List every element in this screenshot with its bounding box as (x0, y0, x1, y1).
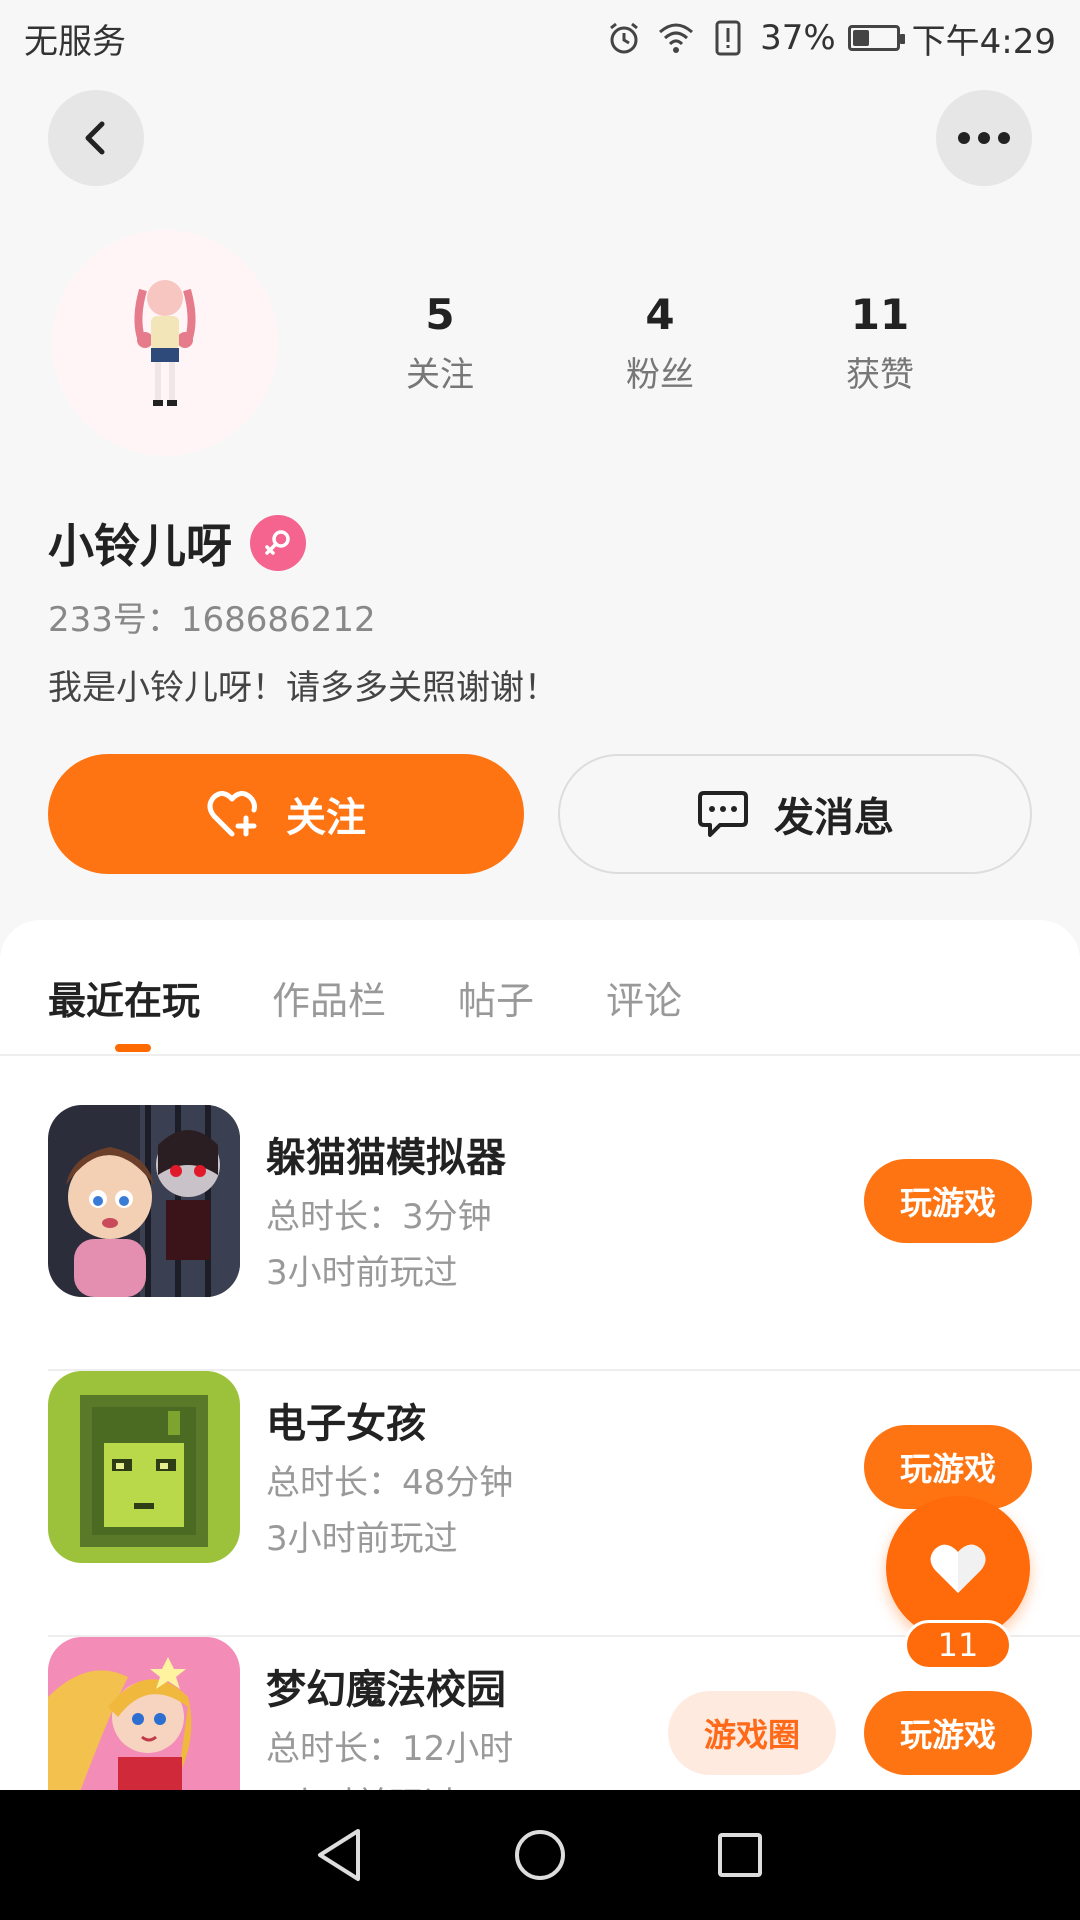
more-dots-icon (958, 132, 1010, 144)
game-circle-button[interactable]: 游戏圈 (668, 1691, 836, 1775)
chat-bubble-icon (698, 791, 748, 837)
stat-label: 获赞 (846, 355, 914, 395)
stat-value: 5 (425, 290, 455, 339)
game-last-played: 3小时前玩过 (266, 1253, 458, 1293)
game-icon-electronic-girl (48, 1371, 240, 1563)
tab-posts[interactable]: 帖子 (458, 970, 534, 1050)
tab-recent-played[interactable]: 最近在玩 (48, 970, 200, 1050)
like-count-badge: 11 (904, 1620, 1012, 1670)
game-duration: 总时长：48分钟 (266, 1463, 514, 1503)
square-recents-icon (718, 1833, 762, 1877)
like-button[interactable] (886, 1496, 1030, 1640)
game-duration: 总时长：3分钟 (266, 1197, 492, 1237)
game-icon-hide-and-seek (48, 1105, 240, 1297)
battery-icon (847, 25, 905, 51)
clock-text: 下午4:29 (911, 21, 1056, 62)
tab-bar: 最近在玩 作品栏 帖子 评论 (48, 970, 682, 1050)
sim-alert-icon (708, 18, 748, 58)
circle-home-icon (515, 1830, 565, 1880)
tab-comments[interactable]: 评论 (606, 970, 682, 1050)
tabs-divider (0, 1054, 1080, 1056)
follow-button[interactable]: 关注 (48, 754, 524, 874)
profile-stats: 5 关注 4 粉丝 11 获赞 (330, 290, 990, 396)
nav-home-button[interactable] (495, 1810, 585, 1900)
back-button[interactable] (48, 90, 144, 186)
wifi-icon (656, 18, 696, 58)
stat-value: 4 (645, 290, 675, 339)
nav-back-button[interactable] (295, 1810, 385, 1900)
play-game-button[interactable]: 玩游戏 (864, 1159, 1032, 1243)
bio: 我是小铃儿呀！请多多关照谢谢！ (48, 668, 558, 708)
battery-percent: 37% (760, 18, 836, 58)
username-row: 小铃儿呀 (48, 510, 306, 576)
female-gender-icon (250, 515, 306, 571)
user-id: 233号：168686212 (48, 600, 376, 640)
nav-recents-button[interactable] (695, 1810, 785, 1900)
avatar[interactable] (52, 230, 278, 456)
username: 小铃儿呀 (48, 519, 232, 573)
heart-icon (930, 1544, 986, 1593)
tab-active-indicator (115, 1044, 151, 1052)
stat-label: 粉丝 (626, 355, 694, 395)
stat-fans[interactable]: 4 粉丝 (550, 290, 770, 396)
carrier-text: 无服务 (24, 21, 126, 62)
list-item[interactable]: 躲猫猫模拟器 总时长：3分钟 3小时前玩过 玩游戏 (48, 1105, 1080, 1371)
status-bar: 无服务 37% 下午4:29 (0, 0, 1080, 76)
follow-label: 关注 (286, 795, 366, 841)
content-panel: 最近在玩 作品栏 帖子 评论 躲猫猫模拟器 总时长：3分钟 3小时前玩过 玩游戏… (0, 920, 1080, 1920)
game-name: 电子女孩 (266, 1401, 426, 1447)
game-name: 梦幻魔法校园 (266, 1667, 506, 1713)
game-name: 躲猫猫模拟器 (266, 1135, 506, 1181)
message-label: 发消息 (774, 795, 894, 841)
more-button[interactable] (936, 90, 1032, 186)
alarm-icon (604, 18, 644, 58)
chevron-left-icon (85, 121, 105, 155)
status-icons: 37% 下午4:29 (604, 14, 1056, 63)
stat-likes[interactable]: 11 获赞 (770, 290, 990, 396)
battery-fill (852, 30, 869, 46)
game-duration: 总时长：12小时 (266, 1729, 514, 1769)
system-nav-bar (0, 1790, 1080, 1920)
tab-works[interactable]: 作品栏 (272, 970, 386, 1050)
triangle-back-icon (318, 1829, 360, 1881)
game-last-played: 3小时前玩过 (266, 1519, 458, 1559)
message-button[interactable]: 发消息 (558, 754, 1032, 874)
stat-following[interactable]: 5 关注 (330, 290, 550, 396)
stat-value: 11 (850, 290, 910, 339)
heart-add-icon (207, 791, 257, 837)
avatar-character-image (134, 280, 196, 406)
play-game-button[interactable]: 玩游戏 (864, 1691, 1032, 1775)
stat-label: 关注 (406, 355, 474, 395)
